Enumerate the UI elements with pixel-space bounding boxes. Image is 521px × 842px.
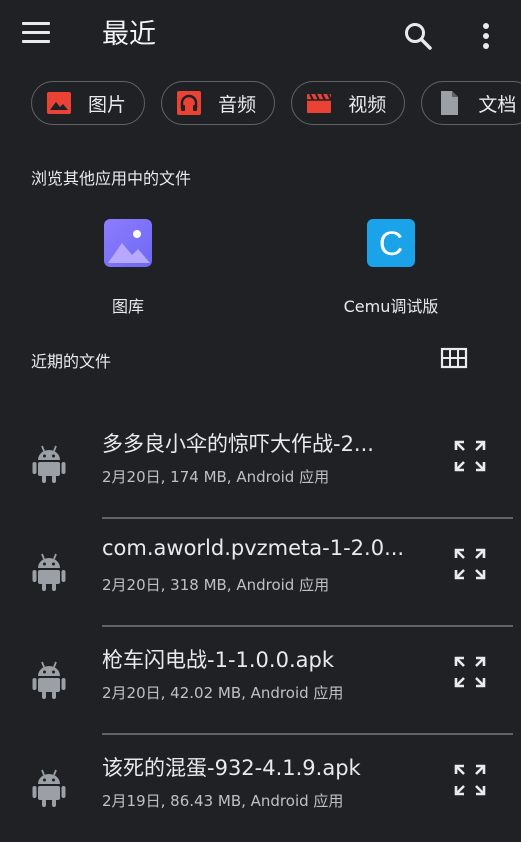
search-icon[interactable]: [402, 20, 434, 52]
list-item[interactable]: 枪车闪电战-1-1.0.0.apk 2月20日, 42.02 MB, Andro…: [0, 626, 521, 734]
file-meta: 2月20日, 174 MB, Android 应用: [102, 468, 330, 486]
file-name: 该死的混蛋-932-4.1.9.apk: [102, 756, 361, 780]
list-item[interactable]: com.aworld.pvzmeta-1-2.0... 2月20日, 318 M…: [0, 518, 521, 626]
chip-documents[interactable]: 文档: [421, 81, 521, 125]
file-meta: 2月20日, 42.02 MB, Android 应用: [102, 684, 344, 702]
file-name: com.aworld.pvzmeta-1-2.0...: [102, 536, 402, 560]
page-title: 最近: [102, 19, 156, 50]
browse-apps-label: 浏览其他应用中的文件: [31, 169, 192, 188]
chip-video[interactable]: 视频: [291, 81, 406, 125]
video-clapper-icon: [307, 93, 333, 113]
app-tile-cemu[interactable]: C Cemu调试版: [336, 219, 446, 317]
chip-images[interactable]: 图片: [31, 81, 146, 125]
chip-label: 音频: [218, 93, 257, 116]
android-icon: [32, 769, 66, 807]
document-icon: [441, 91, 459, 115]
app-name: 图库: [111, 297, 144, 316]
menu-icon[interactable]: [22, 22, 52, 48]
app-bar: 最近: [0, 0, 521, 70]
chip-audio[interactable]: 音频: [161, 81, 276, 125]
headphones-icon: [177, 91, 202, 115]
file-meta: 2月19日, 86.43 MB, Android 应用: [102, 792, 344, 810]
svg-text:C: C: [379, 225, 404, 263]
file-meta: 2月20日, 318 MB, Android 应用: [102, 576, 330, 594]
list-item[interactable]: 该死的混蛋-932-4.1.9.apk 2月19日, 86.43 MB, And…: [0, 734, 521, 842]
gallery-app-icon: [104, 219, 152, 267]
cemu-app-icon: C: [367, 219, 415, 267]
app-tile-gallery[interactable]: 图库: [78, 219, 178, 317]
file-name: 枪车闪电战-1-1.0.0.apk: [102, 648, 334, 672]
expand-icon[interactable]: [452, 762, 488, 798]
app-name: Cemu调试版: [343, 297, 439, 316]
android-icon: [32, 661, 66, 699]
chip-label: 视频: [348, 93, 387, 116]
expand-icon[interactable]: [452, 438, 488, 474]
list-item[interactable]: 多多良小伞的惊吓大作战-2... 2月20日, 174 MB, Android …: [0, 410, 521, 518]
chip-label: 文档: [478, 93, 517, 116]
file-name: 多多良小伞的惊吓大作战-2...: [102, 432, 374, 456]
chip-label: 图片: [88, 93, 127, 116]
android-icon: [32, 445, 66, 483]
expand-icon[interactable]: [452, 654, 488, 690]
expand-icon[interactable]: [452, 546, 488, 582]
more-options-icon[interactable]: [476, 20, 496, 52]
grid-view-icon[interactable]: [440, 346, 468, 370]
image-icon: [47, 92, 71, 114]
recent-files-label: 近期的文件: [31, 352, 112, 371]
category-chips: 图片 音频 视频 文档: [31, 81, 521, 129]
android-icon: [32, 553, 66, 591]
